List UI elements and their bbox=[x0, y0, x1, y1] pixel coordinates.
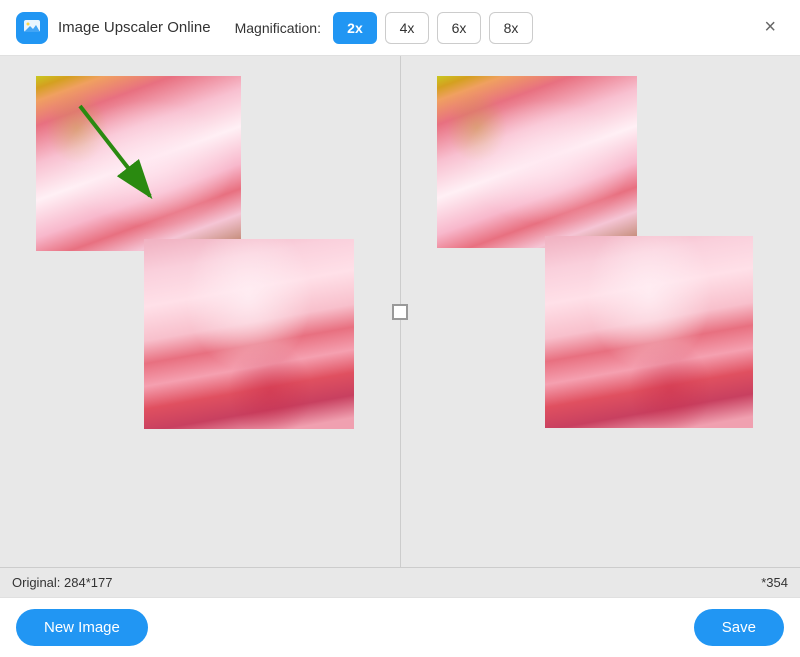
header: Image Upscaler Online Magnification: 2x … bbox=[0, 0, 800, 56]
upscaled-image-panel bbox=[401, 56, 800, 567]
mag-8x-button[interactable]: 8x bbox=[489, 12, 533, 44]
upscaled-bottom-tile bbox=[545, 236, 753, 428]
original-size-label: Original: 284*177 bbox=[12, 575, 112, 590]
upscaled-size-label: *354 bbox=[761, 575, 788, 590]
new-image-button[interactable]: New Image bbox=[16, 609, 148, 646]
magnification-buttons: 2x 4x 6x 8x bbox=[333, 12, 533, 44]
magnification-label: Magnification: bbox=[235, 20, 321, 36]
upscaled-top-left-tile bbox=[437, 76, 637, 248]
app-title: Image Upscaler Online bbox=[58, 19, 211, 36]
original-top-left-tile bbox=[36, 76, 241, 251]
save-button[interactable]: Save bbox=[694, 609, 784, 646]
mag-6x-button[interactable]: 6x bbox=[437, 12, 481, 44]
footer: New Image Save bbox=[0, 597, 800, 657]
center-divider bbox=[392, 304, 408, 320]
status-bar: Original: 284*177 *354 bbox=[0, 567, 800, 597]
main-content bbox=[0, 56, 800, 567]
original-bottom-tile bbox=[144, 239, 354, 429]
original-image-panel bbox=[0, 56, 401, 567]
mag-4x-button[interactable]: 4x bbox=[385, 12, 429, 44]
mag-2x-button[interactable]: 2x bbox=[333, 12, 377, 44]
divider-checkbox[interactable] bbox=[392, 304, 408, 320]
app-icon bbox=[16, 12, 48, 44]
close-button[interactable]: × bbox=[756, 12, 784, 43]
